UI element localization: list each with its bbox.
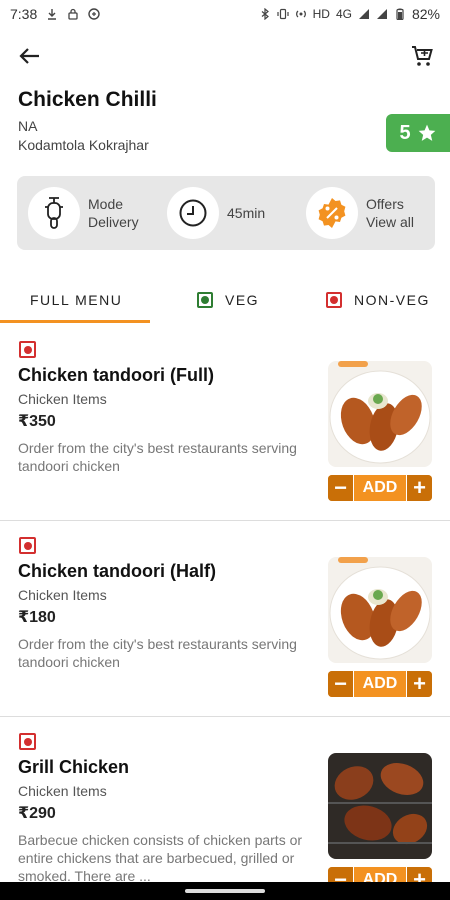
info-card: Mode Delivery 45min Offers View all [17, 176, 435, 250]
mode-value: Delivery [88, 214, 139, 230]
signal-icon [358, 9, 369, 19]
add-button[interactable]: ADD [354, 675, 406, 693]
tab-veg-label: VEG [225, 292, 260, 308]
offers-icon-circle [306, 187, 358, 239]
offers-label: Offers [366, 196, 404, 212]
add-to-cart-control: − ADD + [328, 671, 432, 697]
non-veg-icon [19, 537, 36, 554]
tab-full-menu[interactable]: FULL MENU [30, 280, 122, 320]
item-category: Chicken Items [18, 391, 107, 407]
bluetooth-icon [261, 8, 269, 20]
decrease-button[interactable]: − [328, 475, 354, 501]
offers-info[interactable]: Offers View all [306, 186, 414, 240]
item-image [328, 361, 432, 467]
item-description: Order from the city's best restaurants s… [18, 440, 297, 474]
restaurant-name: Chicken Chilli [18, 88, 157, 111]
item-title: Chicken tandoori (Full) [18, 365, 214, 385]
network-label: HD [312, 7, 330, 21]
scooter-icon [45, 197, 63, 229]
data-saver-icon [88, 8, 100, 20]
vibrate-icon [277, 8, 289, 20]
system-nav-bar [0, 882, 450, 900]
cart-icon [412, 46, 433, 66]
rating-badge: 5 [386, 114, 450, 152]
app-bar [0, 36, 450, 76]
item-image [328, 557, 432, 663]
rating-value: 5 [399, 121, 411, 144]
star-icon [418, 124, 435, 141]
tab-non-veg[interactable]: NON-VEG [326, 280, 430, 320]
item-image [328, 753, 432, 859]
battery-icon [396, 8, 404, 20]
item-description: Order from the city's best restaurants s… [18, 636, 297, 670]
non-veg-icon [19, 733, 36, 750]
menu-tabs: FULL MENU VEG NON-VEG [0, 280, 450, 324]
tab-non-veg-label: NON-VEG [354, 292, 430, 308]
arrow-left-icon [19, 48, 39, 64]
discount-icon [318, 198, 346, 228]
mode-info: Mode Delivery [28, 186, 139, 240]
clock-icon [179, 199, 207, 227]
item-price: ₹350 [18, 413, 56, 430]
increase-button[interactable]: + [406, 475, 432, 501]
decrease-button[interactable]: − [328, 671, 354, 697]
time-icon-circle [167, 187, 219, 239]
menu-item[interactable]: Chicken tandoori (Full) Chicken Items ₹3… [0, 325, 450, 521]
mode-label: Mode [88, 196, 124, 212]
status-time: 7:38 [10, 6, 38, 22]
menu-item[interactable]: Grill Chicken Chicken Items ₹290 Barbecu… [0, 717, 450, 900]
menu-item[interactable]: Chicken tandoori (Half) Chicken Items ₹1… [0, 521, 450, 717]
signal-label: 4G [335, 7, 352, 21]
item-category: Chicken Items [18, 587, 107, 603]
non-veg-icon [326, 292, 342, 308]
tab-veg[interactable]: VEG [197, 280, 259, 320]
item-title: Chicken tandoori (Half) [18, 561, 217, 581]
add-button[interactable]: ADD [354, 479, 406, 497]
veg-icon [197, 292, 213, 308]
add-to-cart-control: − ADD + [328, 475, 432, 501]
item-price: ₹290 [18, 805, 56, 822]
status-bar: 7:38 HD 4G 82% [0, 0, 450, 28]
increase-button[interactable]: + [406, 671, 432, 697]
non-veg-icon [19, 341, 36, 358]
restaurant-address: Kodamtola Kokrajhar [18, 137, 149, 153]
item-category: Chicken Items [18, 783, 107, 799]
battery-percent: 82% [411, 6, 440, 22]
mode-icon-circle [28, 187, 80, 239]
cart-button[interactable] [406, 40, 438, 72]
download-icon [48, 9, 57, 20]
delivery-time: 45min [227, 205, 266, 221]
tab-indicator [0, 320, 150, 323]
time-info: 45min [167, 186, 265, 240]
lock-icon [68, 8, 78, 20]
back-button[interactable] [14, 40, 46, 72]
signal-icon-2 [376, 9, 387, 19]
restaurant-subtitle: NA [18, 118, 38, 134]
hotspot-icon [295, 10, 306, 18]
offers-view-all[interactable]: View all [366, 213, 414, 231]
home-gesture-handle[interactable] [185, 889, 265, 893]
item-price: ₹180 [18, 609, 56, 626]
tab-full-menu-label: FULL MENU [30, 292, 123, 308]
item-title: Grill Chicken [18, 757, 130, 777]
item-description: Barbecue chicken consists of chicken par… [18, 832, 303, 884]
